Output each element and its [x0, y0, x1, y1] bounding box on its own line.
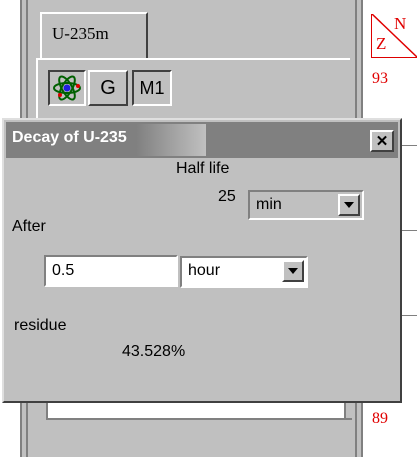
residue-value: 43.528%: [122, 343, 186, 360]
title-fade: [136, 124, 206, 156]
tab-label: U-235m: [52, 24, 109, 43]
close-button[interactable]: ✕: [370, 130, 394, 152]
g-button-label: G: [100, 76, 116, 99]
n-axis-label: N: [394, 14, 407, 33]
divider: [52, 418, 352, 420]
after-unit-dropdown-button[interactable]: [282, 260, 304, 282]
dialog-titlebar[interactable]: Decay of U-235 ✕: [6, 122, 398, 158]
after-unit-value: hour: [188, 262, 221, 279]
chevron-down-icon: [344, 202, 354, 208]
half-life-unit-select[interactable]: min: [248, 190, 364, 220]
after-label: After: [12, 218, 46, 235]
half-life-unit-value: min: [256, 196, 282, 213]
toolbar-area: G M1: [36, 58, 350, 118]
m1-button[interactable]: M1: [132, 70, 172, 106]
element-number-top: 93: [372, 70, 388, 87]
z-axis-label: Z: [376, 34, 387, 53]
half-life-value: 25: [218, 188, 236, 205]
atom-button[interactable]: [48, 70, 86, 106]
m1-button-label: M1: [139, 77, 165, 98]
chevron-down-icon: [288, 268, 298, 274]
half-life-unit-dropdown-button[interactable]: [338, 194, 360, 216]
atom-icon: [53, 75, 81, 101]
element-number-bottom: 89: [372, 410, 388, 427]
dialog-title: Decay of U-235: [12, 129, 127, 146]
residue-label: residue: [14, 317, 67, 334]
half-life-label: Half life: [176, 160, 230, 177]
after-time-input[interactable]: [44, 255, 178, 287]
after-unit-select[interactable]: hour: [180, 256, 308, 288]
tab-u235m[interactable]: U-235m: [40, 12, 148, 58]
g-button[interactable]: G: [88, 70, 128, 106]
decay-dialog: Decay of U-235 ✕ Half life 25 min After …: [2, 118, 402, 403]
close-icon: ✕: [375, 133, 389, 150]
